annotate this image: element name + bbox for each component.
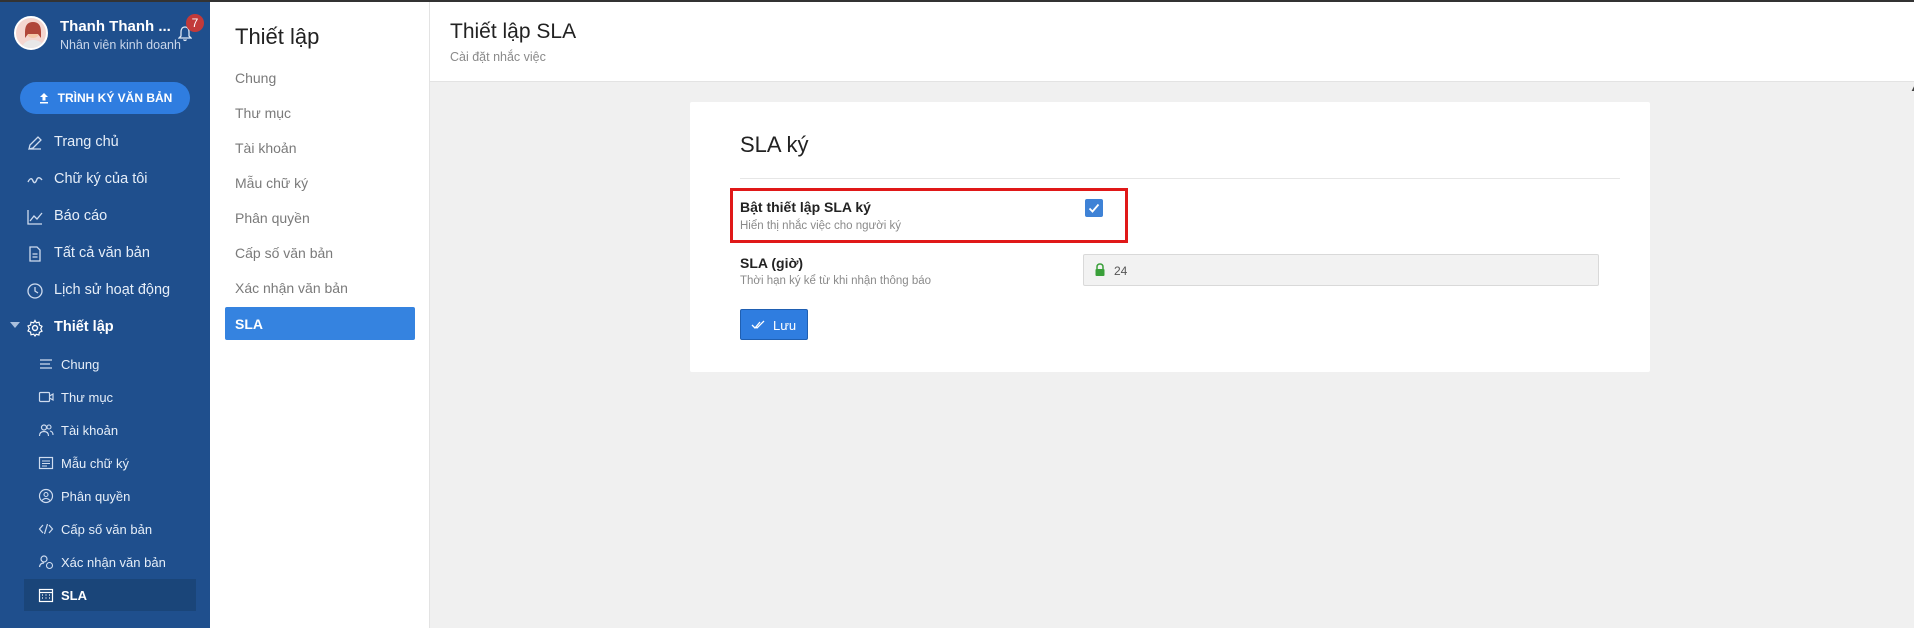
nav-reports-label: Báo cáo bbox=[54, 208, 108, 224]
top-border bbox=[0, 0, 1914, 2]
sla-card: SLA ký Bật thiết lập SLA ký Hiển thị nhắ… bbox=[690, 102, 1650, 372]
scrollbar[interactable]: ▲ bbox=[1910, 84, 1914, 93]
subnav-accounts-label: Tài khoản bbox=[61, 423, 119, 438]
subnav-document-confirmation-label: Xác nhận văn bản bbox=[61, 555, 166, 570]
enable-sla-description: Hiển thị nhắc việc cho người ký bbox=[740, 220, 901, 232]
settings-menu: Thiết lập Chung Thư mục Tài khoản Mẫu ch… bbox=[210, 0, 430, 628]
sla-hours-input[interactable]: 24 bbox=[1083, 254, 1599, 286]
subnav-folders-label: Thư mục bbox=[61, 390, 114, 405]
check-icon bbox=[1088, 203, 1100, 213]
pen-icon bbox=[28, 136, 42, 150]
nav-home-label: Trang chủ bbox=[54, 134, 119, 150]
users-icon bbox=[38, 424, 54, 437]
signature-icon bbox=[27, 177, 43, 184]
card-title: SLA ký bbox=[740, 132, 809, 157]
settings-item-permissions[interactable]: Phân quyền bbox=[235, 210, 310, 226]
video-icon bbox=[38, 391, 54, 403]
user-check-icon bbox=[38, 555, 54, 570]
subnav-sla[interactable]: SLA bbox=[24, 579, 196, 611]
notification-badge: 7 bbox=[186, 14, 204, 32]
user-profile[interactable]: Thanh Thanh ... Nhân viên kinh doanh 7 bbox=[14, 14, 204, 56]
subnav-general[interactable]: Chung bbox=[24, 348, 196, 380]
template-icon bbox=[38, 456, 54, 470]
gear-icon bbox=[27, 319, 43, 337]
sla-hours-value: 24 bbox=[1114, 264, 1128, 278]
nav-all-documents-label: Tất cả văn bản bbox=[54, 245, 150, 261]
lines-icon bbox=[40, 359, 52, 369]
nav-all-documents[interactable]: Tất cả văn bản bbox=[0, 236, 210, 272]
settings-item-accounts[interactable]: Tài khoản bbox=[235, 140, 296, 156]
highlight-box bbox=[730, 188, 1128, 243]
sidebar: Thanh Thanh ... Nhân viên kinh doanh 7 T… bbox=[0, 0, 210, 628]
lock-icon bbox=[1095, 263, 1105, 276]
nav-activity-history-label: Lịch sử hoạt động bbox=[54, 282, 171, 298]
avatar bbox=[14, 16, 48, 50]
settings-item-document-numbering[interactable]: Cấp số văn bản bbox=[235, 245, 333, 261]
settings-item-folders[interactable]: Thư mục bbox=[235, 105, 291, 121]
settings-item-sla[interactable]: SLA bbox=[225, 307, 415, 340]
document-icon bbox=[29, 246, 41, 262]
subnav-permissions-label: Phân quyền bbox=[61, 489, 131, 504]
subnav-document-confirmation[interactable]: Xác nhận văn bản bbox=[24, 546, 196, 578]
divider bbox=[740, 178, 1620, 179]
notification-button[interactable]: 7 bbox=[178, 14, 208, 48]
clock-icon bbox=[27, 283, 43, 299]
calendar-icon bbox=[38, 588, 54, 603]
settings-menu-title: Thiết lập bbox=[235, 24, 320, 49]
page-header: Thiết lập SLA Cài đặt nhắc việc bbox=[430, 2, 1914, 82]
nav-home[interactable]: Trang chủ bbox=[0, 125, 210, 161]
page-title: Thiết lập SLA bbox=[450, 20, 577, 43]
enable-sla-label: Bật thiết lập SLA ký bbox=[740, 199, 871, 215]
settings-item-document-confirmation[interactable]: Xác nhận văn bản bbox=[235, 280, 348, 296]
nav-reports[interactable]: Báo cáo bbox=[0, 199, 210, 235]
sign-document-label: TRÌNH KÝ VĂN BẢN bbox=[57, 91, 173, 105]
user-circle-icon bbox=[38, 488, 54, 504]
user-name: Thanh Thanh ... bbox=[60, 18, 171, 35]
double-check-icon bbox=[751, 320, 765, 329]
nav-my-signature-label: Chữ ký của tôi bbox=[54, 171, 148, 187]
subnav-general-label: Chung bbox=[61, 357, 100, 372]
settings-item-signature-templates[interactable]: Mẫu chữ ký bbox=[235, 175, 308, 191]
settings-item-general[interactable]: Chung bbox=[235, 70, 276, 86]
subnav-permissions[interactable]: Phân quyền bbox=[24, 480, 196, 512]
subnav-accounts[interactable]: Tài khoản bbox=[24, 414, 196, 446]
subnav-signature-templates[interactable]: Mẫu chữ ký bbox=[24, 447, 196, 479]
subnav-signature-templates-label: Mẫu chữ ký bbox=[61, 456, 129, 471]
settings-item-sla-label: SLA bbox=[235, 316, 263, 332]
enable-sla-checkbox[interactable] bbox=[1085, 199, 1103, 217]
code-icon bbox=[38, 523, 54, 535]
subnav-document-numbering-label: Cấp số văn bản bbox=[61, 522, 153, 537]
sla-hours-label: SLA (giờ) bbox=[740, 255, 804, 271]
save-button-label: Lưu bbox=[773, 318, 797, 333]
page-subtitle: Cài đặt nhắc việc bbox=[450, 50, 546, 64]
sla-hours-description: Thời hạn ký kể từ khi nhận thông báo bbox=[740, 275, 932, 287]
save-button[interactable]: Lưu bbox=[740, 309, 808, 340]
user-role: Nhân viên kinh doanh bbox=[60, 38, 181, 52]
sign-document-button[interactable]: TRÌNH KÝ VĂN BẢN bbox=[20, 82, 190, 114]
upload-icon bbox=[39, 93, 48, 104]
nav-my-signature[interactable]: Chữ ký của tôi bbox=[0, 162, 210, 198]
nav-activity-history[interactable]: Lịch sử hoạt động bbox=[0, 273, 210, 309]
chart-icon bbox=[27, 210, 43, 225]
subnav-document-numbering[interactable]: Cấp số văn bản bbox=[24, 513, 196, 545]
nav-settings[interactable]: Thiết lập bbox=[0, 310, 210, 346]
subnav-folders[interactable]: Thư mục bbox=[24, 381, 196, 413]
nav-settings-label: Thiết lập bbox=[54, 319, 114, 335]
subnav-sla-label: SLA bbox=[61, 588, 87, 603]
chevron-down-icon bbox=[10, 322, 20, 328]
